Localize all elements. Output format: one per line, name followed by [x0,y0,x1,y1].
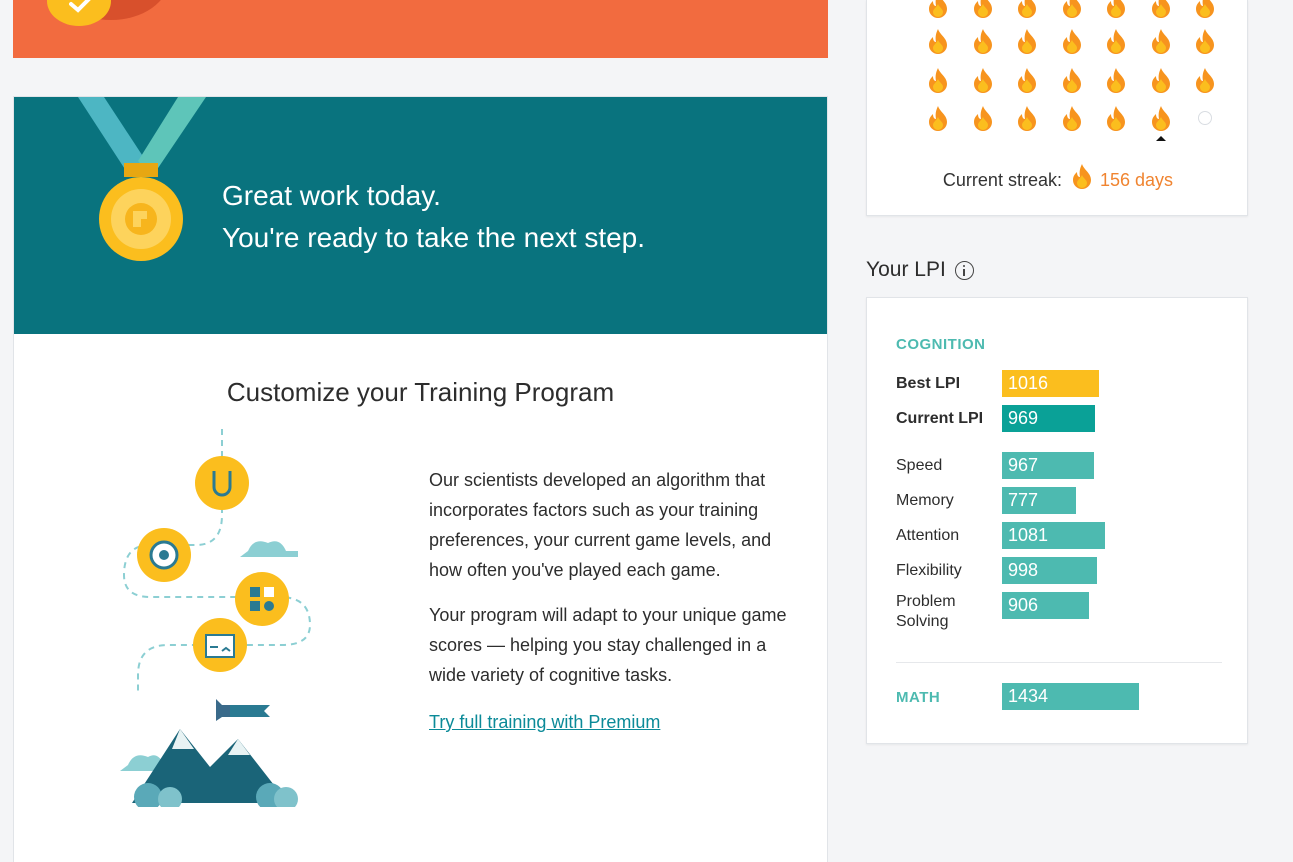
hero-line-1: Great work today. [222,180,441,211]
lpi-label: Best LPI [896,375,961,392]
streak-day-flame-icon [1016,105,1038,131]
lpi-row: Best LPI 1016 [896,370,1226,398]
lpi-bar-math: 1434 [1002,683,1139,710]
hero-line-2: You're ready to take the next step. [222,222,646,253]
streak-label: Current streak: [942,170,1062,190]
streak-day-flame-icon [1194,0,1216,18]
hero-message: Great work today. You're ready to take t… [222,175,645,259]
streak-day-flame-icon [1194,67,1216,93]
premium-training-link[interactable]: Try full training with Premium [429,707,660,737]
lpi-row: Speed 967 [896,452,1226,480]
lpi-divider [896,662,1222,663]
medal-icon [78,97,206,261]
streak-days: 156 days [1100,170,1174,190]
streak-day-flame-icon [1194,28,1216,54]
lpi-row: Attention 1081 [896,522,1226,550]
current-streak: Current streak: 156 days [867,163,1249,191]
flame-icon [1072,164,1091,189]
streak-day-flame-icon [927,67,949,93]
streak-day-flame-icon [1016,67,1038,93]
checkmark-badge-icon [47,0,111,26]
streak-day-flame-icon [1016,0,1038,18]
streak-day-flame-icon [1150,105,1172,131]
cognition-label: COGNITION [896,336,986,353]
training-description: Our scientists developed an algorithm th… [429,465,799,737]
lpi-label: Problem Solving [896,593,956,630]
lpi-label: Speed [896,457,943,474]
lpi-card: COGNITION Best LPI 1016 Current LPI 969 Spee… [866,297,1248,744]
streak-day-flame-icon [972,28,994,54]
streak-day-flame-icon [927,105,949,131]
lpi-bar: 1016 [1002,370,1099,397]
today-marker [1156,136,1166,141]
training-path-illustration [120,429,312,807]
streak-day-flame-icon [1150,67,1172,93]
training-card: Great work today. You're ready to take t… [13,96,828,862]
streak-day-flame-icon [972,105,994,131]
lpi-bar: 777 [1002,487,1076,514]
streak-day-flame-icon [1061,105,1083,131]
streak-day-flame-icon [1105,28,1127,54]
streak-day-flame-icon [927,28,949,54]
lpi-heading: Your LPI [866,258,974,282]
lpi-bar: 967 [1002,452,1094,479]
streak-day-flame-icon [972,0,994,18]
streak-day-flame-icon [1150,0,1172,18]
streak-day-flame-icon [972,67,994,93]
streak-calendar [867,0,1249,150]
lpi-label: Flexibility [896,562,962,579]
streak-day-flame-icon [1016,28,1038,54]
lpi-row: Current LPI 969 [896,405,1226,433]
lpi-label: Memory [896,492,954,509]
lpi-row-math: 1434 [896,683,1226,711]
streak-day-flame-icon [1061,67,1083,93]
achievement-banner [13,0,828,58]
streak-day-flame-icon [1105,105,1127,131]
streak-card: Current streak: 156 days [866,0,1248,216]
streak-day-flame-icon [1061,0,1083,18]
streak-day-flame-icon [1150,28,1172,54]
streak-day-empty [1198,111,1212,125]
lpi-label: Current LPI [896,410,984,427]
lpi-bar: 1081 [1002,522,1105,549]
description-paragraph-2: Your program will adapt to your unique g… [429,605,787,685]
lpi-title: Your LPI [866,258,946,281]
lpi-bar: 969 [1002,405,1095,432]
hero-banner: Great work today. You're ready to take t… [14,97,827,334]
lpi-bar: 998 [1002,557,1097,584]
lpi-row: Flexibility 998 [896,557,1226,585]
info-icon[interactable] [954,260,974,280]
streak-day-flame-icon [1105,0,1127,18]
streak-day-flame-icon [927,0,949,18]
description-paragraph-1: Our scientists developed an algorithm th… [429,470,772,580]
lpi-row: Memory 777 [896,487,1226,515]
lpi-row: Problem Solving 906 [896,592,1226,630]
section-title: Customize your Training Program [226,377,615,407]
lpi-label: Attention [896,527,960,544]
streak-day-flame-icon [1061,28,1083,54]
lpi-bar: 906 [1002,592,1089,619]
streak-day-flame-icon [1105,67,1127,93]
